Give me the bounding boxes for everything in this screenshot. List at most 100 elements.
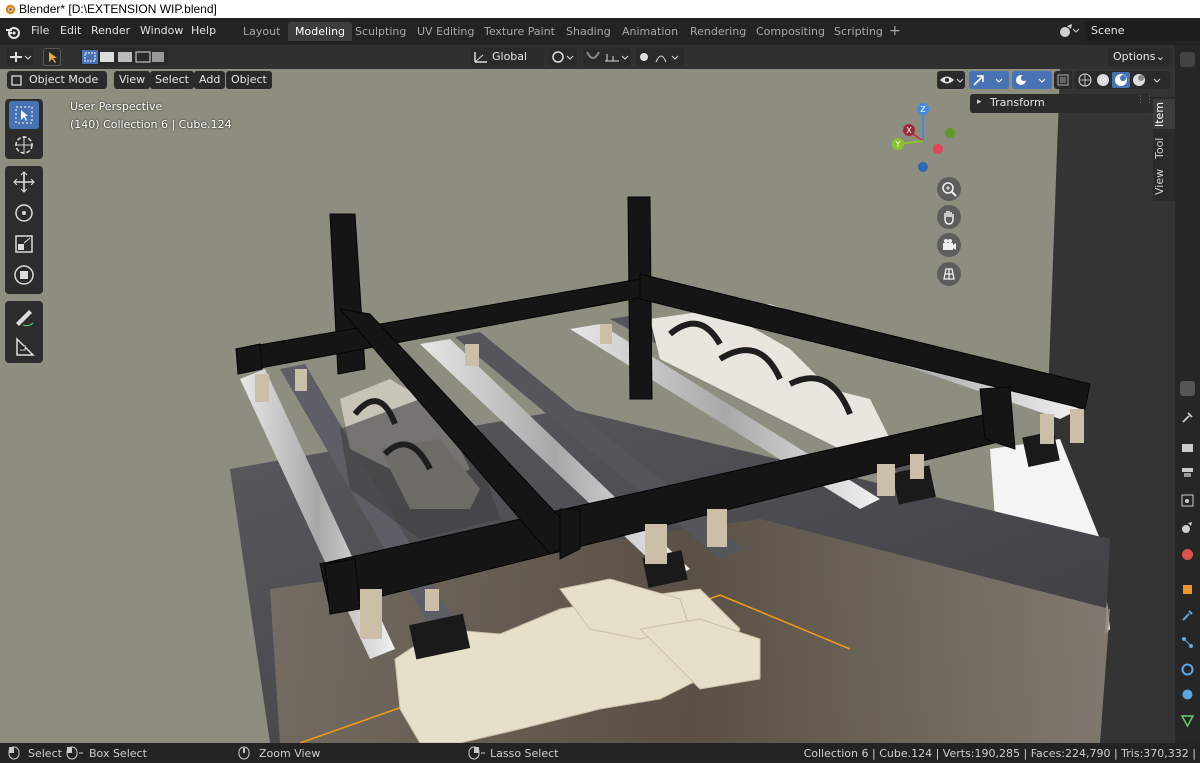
active-object-label: (140) Collection 6 | Cube.124	[70, 118, 232, 131]
properties-editor-icon[interactable]	[1180, 381, 1195, 396]
grid-perspective-icon[interactable]	[937, 262, 961, 286]
viewport-scene	[0, 69, 1175, 743]
status-select: Select	[28, 747, 62, 760]
scene-selector-icon[interactable]	[1058, 23, 1080, 39]
view-layer-icon[interactable]	[1180, 493, 1195, 508]
scene-properties-icon[interactable]	[1180, 520, 1195, 535]
mode-value: Object Mode	[29, 73, 99, 86]
proportional-editing-icon[interactable]	[636, 48, 684, 66]
expand-arrow-icon: ▸	[977, 97, 982, 107]
visibility-eye-icon[interactable]	[937, 71, 965, 89]
scene-name: Scene	[1091, 24, 1125, 37]
window-titlebar: Blender* [D:\EXTENSION WIP.blend]	[0, 0, 1200, 18]
top-bar: File Edit Render Window Help Layout Mode…	[0, 18, 1200, 45]
sidebar-tab-item[interactable]: Item	[1153, 99, 1175, 129]
pivot-point-icon[interactable]	[549, 48, 577, 66]
menu-help[interactable]: Help	[191, 24, 216, 37]
blender-menu-icon[interactable]	[5, 24, 21, 40]
scale-tool-icon[interactable]	[9, 230, 39, 258]
tool-settings-header: Global Options ⌄	[0, 45, 1175, 69]
particles-properties-icon[interactable]	[1180, 635, 1195, 650]
options-dropdown[interactable]: Options ⌄	[1108, 48, 1170, 66]
toolbar-select-group	[5, 99, 43, 159]
orientation-value: Global	[492, 50, 528, 63]
tab-layout[interactable]: Layout	[236, 22, 287, 41]
tab-uv-editing[interactable]: UV Editing	[410, 22, 481, 41]
physics-properties-icon[interactable]	[1180, 662, 1195, 677]
gizmo-x-label: X	[906, 126, 912, 135]
tool-properties-icon[interactable]	[1180, 410, 1195, 425]
mouse-right-drag-icon	[468, 746, 485, 760]
xray-toggle-icon[interactable]	[1054, 71, 1072, 89]
render-properties-icon[interactable]	[1180, 440, 1195, 455]
measure-tool-icon[interactable]	[9, 333, 39, 361]
tab-texture-paint[interactable]: Texture Paint	[477, 22, 562, 41]
gizmo-toggle-icon[interactable]	[969, 71, 1009, 89]
mode-dropdown[interactable]: Object Mode	[7, 71, 107, 89]
toolbar-annotate-group	[5, 301, 43, 363]
status-zoom-view: Zoom View	[259, 747, 321, 760]
snap-icon[interactable]	[583, 48, 631, 66]
world-properties-icon[interactable]	[1180, 547, 1195, 562]
constraints-properties-icon[interactable]	[1180, 687, 1195, 702]
scene-name-field[interactable]: Scene	[1085, 21, 1200, 41]
properties-editor-strip	[1175, 45, 1200, 743]
tab-animation[interactable]: Animation	[615, 22, 685, 41]
transform-tool-icon[interactable]	[9, 261, 39, 289]
menu-view[interactable]: View	[114, 71, 151, 89]
drag-handle-icon[interactable]: ⋮⋮	[1136, 95, 1154, 105]
scene-statistics: Collection 6 | Cube.124 | Verts:190,285 …	[803, 747, 1196, 760]
outliner-icon[interactable]	[1180, 52, 1195, 67]
mouse-left-icon	[8, 746, 20, 760]
selection-mode-buttons[interactable]	[80, 48, 168, 66]
navigation-gizmo[interactable]: Z X Y	[885, 99, 965, 179]
tab-compositing[interactable]: Compositing	[749, 22, 832, 41]
gizmo-z-label: Z	[920, 105, 926, 114]
camera-icon[interactable]	[937, 233, 961, 257]
object-properties-icon[interactable]	[1180, 582, 1195, 597]
menu-edit[interactable]: Edit	[60, 24, 81, 37]
tab-modeling[interactable]: Modeling	[288, 22, 353, 41]
menu-add[interactable]: Add	[194, 71, 226, 89]
data-properties-icon[interactable]	[1180, 713, 1195, 728]
menu-select[interactable]: Select	[150, 71, 194, 89]
tab-rendering[interactable]: Rendering	[683, 22, 753, 41]
cursor-tool-icon[interactable]	[9, 131, 39, 159]
tab-shading[interactable]: Shading	[559, 22, 618, 41]
sidebar-tab-tool[interactable]: Tool	[1153, 133, 1175, 163]
sidebar-tab-view[interactable]: View	[1153, 167, 1175, 197]
menu-object[interactable]: Object	[226, 71, 272, 89]
move-tool-icon[interactable]	[9, 168, 39, 196]
sidebar-tabs: Item Tool View	[1153, 97, 1175, 201]
options-label: Options	[1113, 50, 1156, 63]
select-box-tool-icon[interactable]	[9, 101, 39, 129]
gizmo-y-label: Y	[895, 140, 901, 149]
tab-sculpting[interactable]: Sculpting	[348, 22, 413, 41]
zoom-icon[interactable]	[937, 177, 961, 201]
modifier-properties-icon[interactable]	[1180, 608, 1195, 623]
3d-viewport[interactable]: User Perspective (140) Collection 6 | Cu…	[0, 69, 1175, 743]
tab-scripting[interactable]: Scripting	[827, 22, 890, 41]
status-lasso-select: Lasso Select	[490, 747, 559, 760]
menu-file[interactable]: File	[31, 24, 49, 37]
menu-render[interactable]: Render	[91, 24, 130, 37]
transform-tool-icon[interactable]	[6, 48, 34, 66]
blender-logo-icon	[5, 4, 16, 15]
select-cursor-icon[interactable]	[43, 48, 61, 66]
view-perspective-label: User Perspective	[70, 100, 163, 113]
menu-window[interactable]: Window	[140, 24, 183, 37]
object-mode-icon	[11, 75, 22, 86]
mouse-drag-icon	[66, 746, 83, 760]
rotate-tool-icon[interactable]	[9, 199, 39, 227]
overlay-toggle-icon[interactable]	[1012, 71, 1052, 89]
window-title: Blender* [D:\EXTENSION WIP.blend]	[19, 2, 217, 16]
annotate-tool-icon[interactable]	[9, 303, 39, 331]
pan-hand-icon[interactable]	[937, 205, 961, 229]
transform-panel-header[interactable]: ▸ Transform ⋮⋮	[970, 94, 1154, 113]
add-workspace-button[interactable]: +	[882, 22, 908, 41]
shading-mode-buttons[interactable]	[1074, 71, 1170, 89]
viewport-header: Object Mode View Select Add Object	[0, 69, 1175, 91]
status-box-select: Box Select	[89, 747, 147, 760]
output-properties-icon[interactable]	[1180, 465, 1195, 480]
transform-panel-title: Transform	[990, 96, 1045, 109]
